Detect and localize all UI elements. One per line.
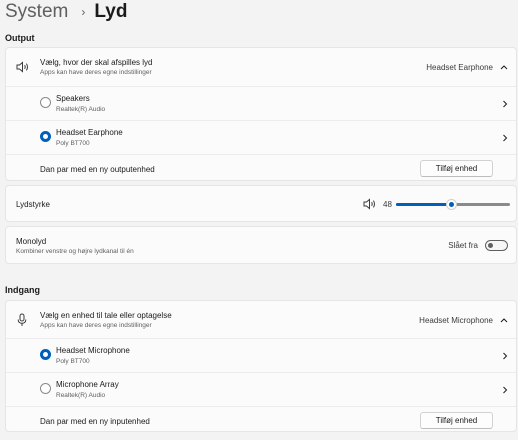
input-chooser-title: Vælg en enhed til tale eller optagelse xyxy=(40,311,172,320)
input-chooser-subtitle: Apps kan have deres egne indstillinger xyxy=(40,322,152,329)
chevron-right-icon[interactable] xyxy=(502,134,508,142)
speakers-radio[interactable] xyxy=(40,97,51,108)
microphone-icon xyxy=(17,313,27,326)
headset-earphone-radio[interactable] xyxy=(40,131,51,142)
device-driver: Poly BT700 xyxy=(56,358,90,365)
toggle-knob xyxy=(488,243,493,248)
chevron-right-icon[interactable] xyxy=(502,352,508,360)
mono-audio-subtitle: Kombiner venstre og højre lydkanal til é… xyxy=(16,248,134,255)
mono-audio-toggle[interactable] xyxy=(485,240,508,251)
microphone-array-radio[interactable] xyxy=(40,383,51,394)
chevron-up-icon[interactable] xyxy=(500,64,508,70)
input-section-title: Indgang xyxy=(5,285,40,295)
pair-input-row: Dan par med en ny inputenhed Tilføj enhe… xyxy=(6,406,516,433)
mono-audio-card: Monolyd Kombiner venstre og højre lydkan… xyxy=(5,226,517,264)
chevron-up-icon[interactable] xyxy=(500,317,508,323)
add-input-device-button[interactable]: Tilføj enhed xyxy=(420,412,493,429)
breadcrumb-system-link[interactable]: System xyxy=(5,1,68,23)
input-card: Vælg en enhed til tale eller optagelse A… xyxy=(5,300,517,432)
device-driver: Realtek(R) Audio xyxy=(56,106,106,113)
mono-audio-state: Slået fra xyxy=(448,241,478,250)
input-device-chooser[interactable]: Vælg en enhed til tale eller optagelse A… xyxy=(6,301,516,338)
breadcrumb-separator: › xyxy=(81,5,86,19)
mono-audio-title: Monolyd xyxy=(16,237,47,246)
pair-input-label: Dan par med en ny inputenhed xyxy=(40,417,150,426)
output-chooser-subtitle: Apps kan have deres egne indstillinger xyxy=(40,69,152,76)
pair-output-row: Dan par med en ny outputenhed Tilføj enh… xyxy=(6,154,516,182)
device-name: Microphone Array xyxy=(56,380,119,389)
input-device-microphone-array[interactable]: Microphone Array Realtek(R) Audio xyxy=(6,372,516,406)
input-device-headset-microphone[interactable]: Headset Microphone Poly BT700 xyxy=(6,338,516,372)
volume-icon[interactable] xyxy=(363,198,377,210)
device-name: Speakers xyxy=(56,94,90,103)
headset-microphone-radio[interactable] xyxy=(40,349,51,360)
device-driver: Poly BT700 xyxy=(56,140,90,147)
breadcrumb: System › Lyd xyxy=(5,0,127,24)
input-selected-device: Headset Microphone xyxy=(419,316,493,325)
volume-card: Lydstyrke 48 xyxy=(5,185,517,222)
device-driver: Realtek(R) Audio xyxy=(56,392,106,399)
output-device-headset-earphone[interactable]: Headset Earphone Poly BT700 xyxy=(6,120,516,154)
volume-label: Lydstyrke xyxy=(16,200,50,209)
page-title: Lyd xyxy=(94,1,128,22)
device-name: Headset Microphone xyxy=(56,346,130,355)
output-device-chooser[interactable]: Vælg, hvor der skal afspilles lyd Apps k… xyxy=(6,48,516,86)
volume-slider-thumb[interactable] xyxy=(446,199,457,210)
output-selected-device: Headset Earphone xyxy=(426,63,493,72)
device-name: Headset Earphone xyxy=(56,128,123,137)
output-chooser-title: Vælg, hvor der skal afspilles lyd xyxy=(40,58,153,67)
volume-slider-fill xyxy=(396,203,451,206)
add-output-device-button[interactable]: Tilføj enhed xyxy=(420,160,493,177)
chevron-right-icon[interactable] xyxy=(502,100,508,108)
pair-output-label: Dan par med en ny outputenhed xyxy=(40,165,155,174)
output-device-speakers[interactable]: Speakers Realtek(R) Audio xyxy=(6,86,516,120)
output-section-title: Output xyxy=(5,33,35,43)
output-card: Vælg, hvor der skal afspilles lyd Apps k… xyxy=(5,47,517,181)
chevron-right-icon[interactable] xyxy=(502,386,508,394)
speaker-icon xyxy=(16,61,28,73)
volume-value: 48 xyxy=(383,200,392,209)
